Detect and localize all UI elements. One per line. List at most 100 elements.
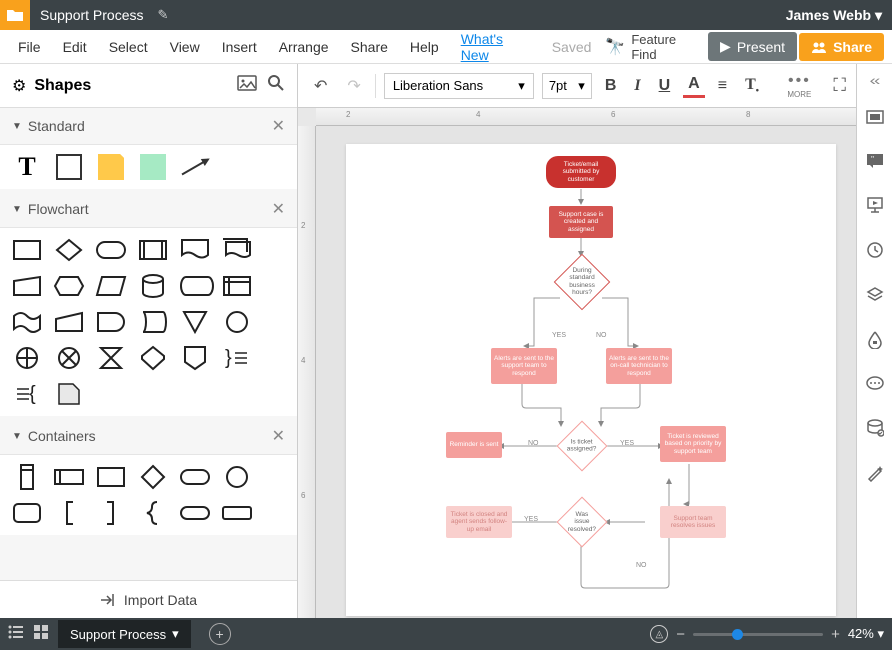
feature-find[interactable]: 🔭 Feature Find	[605, 32, 698, 62]
shape-dsd[interactable]	[180, 274, 210, 298]
zoom-out-button[interactable]: −	[676, 626, 685, 643]
shape-db[interactable]	[138, 274, 168, 298]
import-data-button[interactable]: Import Data	[0, 580, 297, 618]
shape-c-diamond[interactable]	[138, 465, 168, 489]
shape-c-pill2[interactable]	[180, 501, 210, 525]
node-process[interactable]: Alerts are sent to the support team to r…	[491, 348, 557, 384]
shape-connector[interactable]	[222, 310, 252, 334]
close-section-icon[interactable]: ✕	[272, 426, 285, 446]
shape-c-bracket-l[interactable]	[54, 501, 84, 525]
more-button[interactable]: •••MORE	[787, 72, 811, 99]
shape-storage[interactable]	[138, 310, 168, 334]
shape-note[interactable]	[96, 155, 126, 179]
menu-arrange[interactable]: Arrange	[269, 33, 339, 61]
shape-tape[interactable]	[12, 310, 42, 334]
align-button[interactable]: ≡	[713, 75, 732, 97]
shape-data[interactable]	[96, 274, 126, 298]
shape-offpage[interactable]	[180, 346, 210, 370]
shape-document[interactable]	[180, 238, 210, 262]
data-link-icon[interactable]	[866, 419, 884, 442]
bold-button[interactable]: B	[600, 75, 622, 97]
shape-text[interactable]: T	[12, 155, 42, 179]
text-color-button[interactable]: A	[683, 73, 705, 98]
menu-insert[interactable]: Insert	[212, 33, 267, 61]
add-page-button[interactable]: +	[209, 623, 231, 645]
share-button[interactable]: Share	[799, 33, 884, 61]
node-process[interactable]: Ticket is closed and agent sends follow-…	[446, 506, 512, 538]
font-size-select[interactable]: 7pt▾	[542, 73, 592, 99]
shape-block[interactable]	[54, 155, 84, 179]
page[interactable]: Ticket/email submitted by customer Suppo…	[346, 144, 836, 616]
menu-help[interactable]: Help	[400, 33, 449, 61]
ink-icon[interactable]	[867, 331, 883, 354]
shape-predef[interactable]	[138, 238, 168, 262]
shape-manual[interactable]	[12, 274, 42, 298]
shape-process[interactable]	[12, 238, 42, 262]
canvas[interactable]: Ticket/email submitted by customer Suppo…	[316, 126, 856, 618]
node-process[interactable]: Alerts are sent to the on-call technicia…	[606, 348, 672, 384]
document-title[interactable]: Support Process	[30, 7, 154, 23]
shape-merge[interactable]	[180, 310, 210, 334]
section-containers-header[interactable]: ▼ Containers ✕	[0, 418, 297, 455]
menu-share[interactable]: Share	[341, 33, 398, 61]
menu-select[interactable]: Select	[99, 33, 158, 61]
shape-c-circle[interactable]	[222, 465, 252, 489]
user-menu[interactable]: James Webb ▾	[786, 7, 892, 24]
menu-whatsnew[interactable]: What's New	[451, 25, 540, 69]
shape-intstore[interactable]	[222, 274, 252, 298]
shape-note2[interactable]	[54, 382, 84, 406]
zoom-in-button[interactable]: +	[831, 626, 840, 643]
search-icon[interactable]	[267, 74, 285, 97]
node-process[interactable]: Support team resolves issues	[660, 506, 726, 538]
folder-icon[interactable]	[0, 0, 30, 30]
shape-sum[interactable]	[54, 346, 84, 370]
grid-view-icon[interactable]	[34, 625, 48, 643]
comment-icon[interactable]: ''	[866, 153, 884, 174]
menu-file[interactable]: File	[8, 33, 51, 61]
shape-hotspot[interactable]	[138, 155, 168, 179]
shape-brace-r[interactable]: }	[222, 346, 252, 370]
node-process[interactable]: Ticket is reviewed based on priority by …	[660, 426, 726, 462]
underline-button[interactable]: U	[654, 75, 676, 97]
chat-icon[interactable]	[866, 376, 884, 397]
shape-manin[interactable]	[54, 310, 84, 334]
shape-multidoc[interactable]	[222, 238, 252, 262]
close-section-icon[interactable]: ✕	[272, 199, 285, 219]
shape-c-lane-h[interactable]	[54, 465, 84, 489]
font-select[interactable]: Liberation Sans▾	[384, 73, 534, 99]
present-icon[interactable]	[866, 196, 884, 219]
node-process[interactable]: Reminder is sent	[446, 432, 502, 458]
shape-c-rect[interactable]	[96, 465, 126, 489]
shape-display[interactable]	[138, 346, 168, 370]
shape-line[interactable]	[180, 155, 210, 179]
shape-brace-l[interactable]: {	[12, 382, 42, 406]
collapse-dock-icon[interactable]: «	[869, 72, 880, 88]
shape-c-brace[interactable]	[138, 501, 168, 525]
shape-decision[interactable]	[54, 238, 84, 262]
shape-delay[interactable]	[96, 310, 126, 334]
compass-icon[interactable]: ◬	[650, 625, 668, 643]
history-icon[interactable]	[866, 241, 884, 264]
menu-edit[interactable]: Edit	[53, 33, 97, 61]
shape-c-pill[interactable]	[180, 465, 210, 489]
page-tab[interactable]: Support Process ▾	[58, 620, 191, 648]
shape-terminator[interactable]	[96, 238, 126, 262]
section-flowchart-header[interactable]: ▼ Flowchart ✕	[0, 191, 297, 228]
shape-c-rect2[interactable]	[222, 501, 252, 525]
present-button[interactable]: ▶ Present	[708, 32, 797, 61]
menu-view[interactable]: View	[160, 33, 210, 61]
redo-button[interactable]: ↷	[341, 72, 366, 100]
shape-c-lane-v[interactable]	[12, 465, 42, 489]
close-section-icon[interactable]: ✕	[272, 116, 285, 136]
list-view-icon[interactable]	[8, 625, 24, 643]
section-standard-header[interactable]: ▼ Standard ✕	[0, 108, 297, 145]
text-options-button[interactable]: T•	[740, 74, 764, 97]
shape-prep[interactable]	[54, 274, 84, 298]
magic-icon[interactable]	[866, 464, 884, 487]
italic-button[interactable]: I	[629, 75, 645, 97]
zoom-value[interactable]: 42% ▾	[848, 626, 884, 642]
shape-collate[interactable]	[96, 346, 126, 370]
edit-title-icon[interactable]: ✎	[154, 7, 169, 23]
layers-icon[interactable]	[866, 286, 884, 309]
node-process[interactable]: Support case is created and assigned	[549, 206, 613, 238]
